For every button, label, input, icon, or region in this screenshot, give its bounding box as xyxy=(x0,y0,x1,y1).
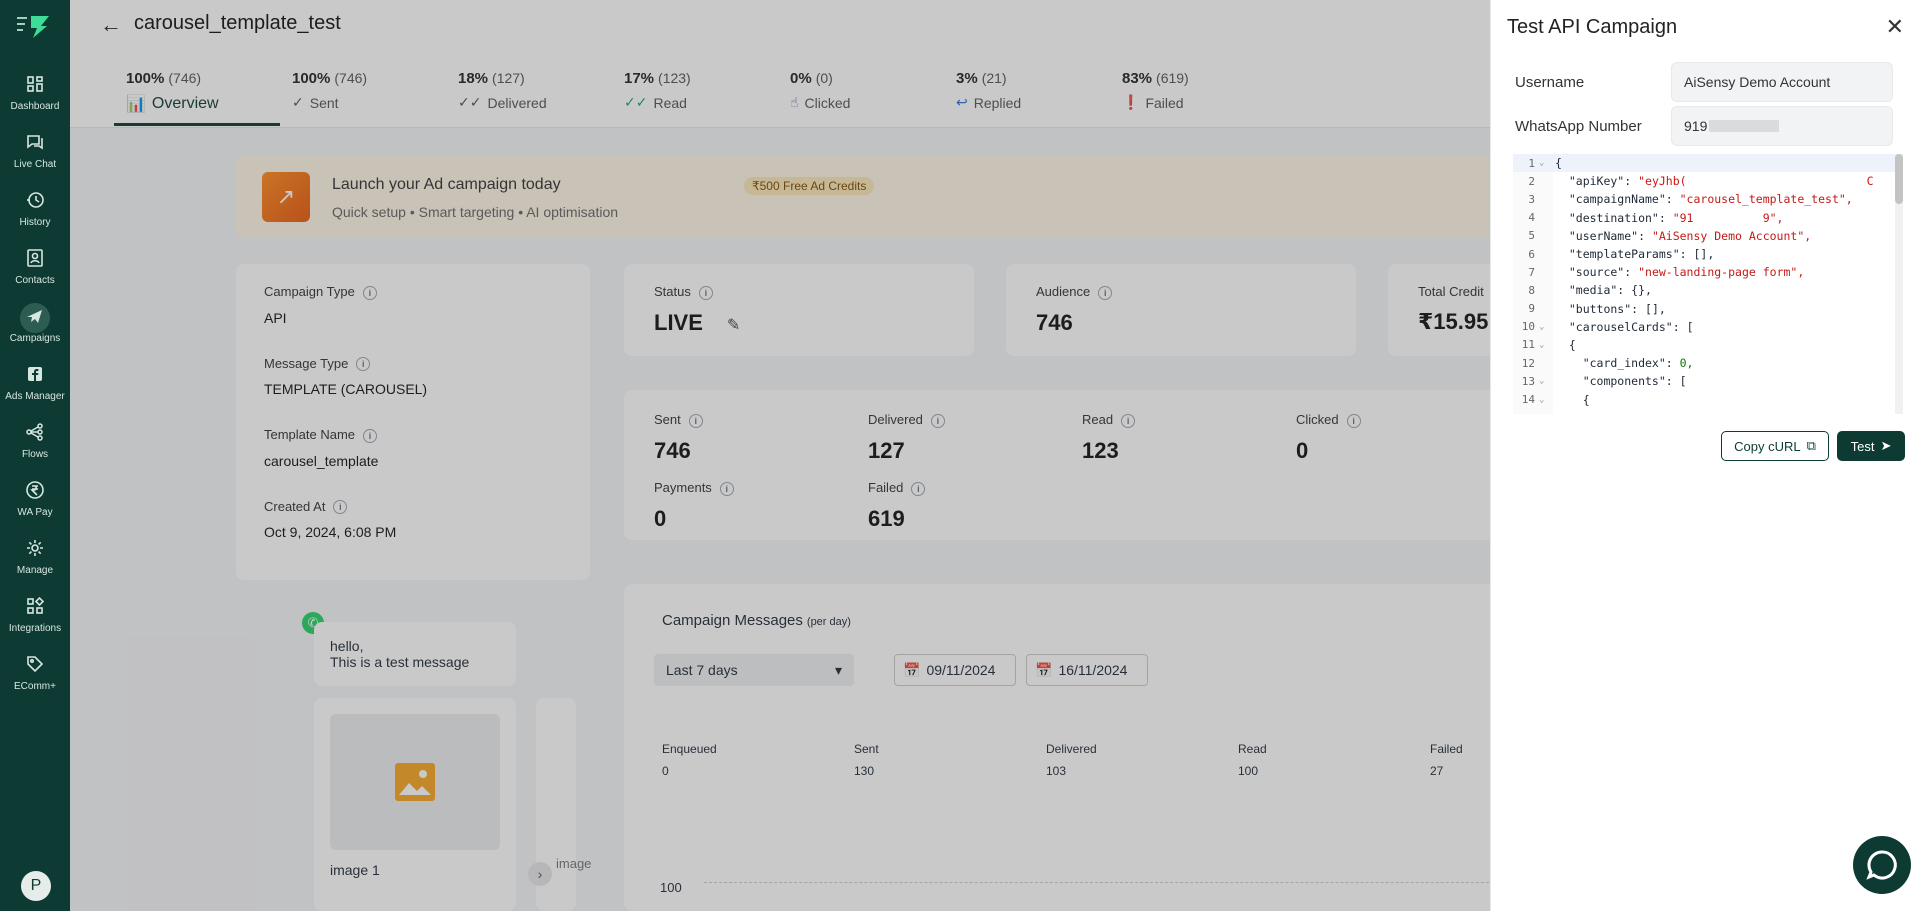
code-line[interactable]: 5 "userName": "AiSensy Demo Account", xyxy=(1513,227,1901,245)
flows-icon xyxy=(26,422,43,441)
whatsapp-label: WhatsApp Number xyxy=(1515,117,1642,135)
sidebar-item-label: History xyxy=(19,216,51,228)
chat-icon xyxy=(27,134,43,149)
sidebar-item-wa-pay[interactable]: WA Pay xyxy=(0,468,70,526)
send-icon: ➤ xyxy=(1880,438,1892,453)
sidebar-item-label: Manage xyxy=(16,564,54,576)
copy-curl-button[interactable]: Copy cURL ⧉ xyxy=(1721,431,1829,461)
code-line[interactable]: 13 ⌄ "components": [ xyxy=(1513,372,1901,390)
sidebar-item-flows[interactable]: Flows xyxy=(0,410,70,468)
redacted-block xyxy=(1709,120,1780,132)
code-editor[interactable]: 1 ⌄{2 "apiKey": "eyJhb( C3 "campaignName"… xyxy=(1513,154,1901,414)
facebook-icon xyxy=(28,366,42,381)
code-line[interactable]: 4 "destination": "91 9", xyxy=(1513,209,1901,227)
username-field[interactable]: AiSensy Demo Account xyxy=(1671,62,1893,102)
history-icon xyxy=(27,191,44,208)
sidebar-item-live-chat[interactable]: Live Chat xyxy=(0,120,70,178)
sidebar-item-integrations[interactable]: Integrations xyxy=(0,584,70,642)
code-line[interactable]: 2 "apiKey": "eyJhb( C xyxy=(1513,172,1901,190)
sidebar-item-label: Flows xyxy=(21,448,49,460)
username-label: Username xyxy=(1515,73,1585,91)
campaign-icon xyxy=(27,309,42,323)
code-line[interactable]: 9 "buttons": [], xyxy=(1513,300,1901,318)
code-line[interactable]: 6 "templateParams": [], xyxy=(1513,245,1901,263)
test-api-drawer: Test API Campaign ✕ Username AiSensy Dem… xyxy=(1490,0,1920,911)
chat-bubble-icon xyxy=(1866,850,1897,880)
code-line[interactable]: 1 ⌄{ xyxy=(1513,154,1901,173)
whatsapp-field[interactable]: 919 xyxy=(1671,106,1893,146)
tag-icon xyxy=(27,655,44,672)
sidebar-item-label: Contacts xyxy=(15,274,55,286)
sidebar: Dashboard Live Chat History Contacts Cam… xyxy=(0,0,70,911)
sidebar-item-ecomm[interactable]: EComm+ xyxy=(0,642,70,700)
sidebar-item-dashboard[interactable]: Dashboard xyxy=(0,62,70,120)
contacts-icon xyxy=(27,248,43,267)
sidebar-item-manage[interactable]: Manage xyxy=(0,526,70,584)
sidebar-item-label: Campaigns xyxy=(9,332,61,344)
avatar[interactable]: P xyxy=(21,871,51,901)
rupee-icon xyxy=(26,480,44,499)
code-line[interactable]: 7 "source": "new-landing-page form", xyxy=(1513,263,1901,281)
modal-overlay[interactable] xyxy=(70,0,1560,911)
sidebar-item-label: Live Chat xyxy=(13,158,57,170)
app: Dashboard Live Chat History Contacts Cam… xyxy=(0,0,1920,911)
logo-icon[interactable] xyxy=(14,10,56,42)
code-line[interactable]: 8 "media": {}, xyxy=(1513,281,1901,299)
sidebar-item-label: Ads Manager xyxy=(5,390,65,402)
dashboard-icon xyxy=(27,75,43,92)
sidebar-nav: Dashboard Live Chat History Contacts Cam… xyxy=(0,62,70,700)
code-line[interactable]: 3 "campaignName": "carousel_template_tes… xyxy=(1513,190,1901,208)
code-line[interactable]: 12 "card_index": 0, xyxy=(1513,354,1901,372)
copy-icon: ⧉ xyxy=(1806,438,1816,453)
sidebar-item-label: Integrations xyxy=(8,622,62,634)
sidebar-item-campaigns[interactable]: Campaigns xyxy=(0,294,70,352)
code-line[interactable]: 14 ⌄ { xyxy=(1513,390,1901,408)
sidebar-item-contacts[interactable]: Contacts xyxy=(0,236,70,294)
grid-icon xyxy=(27,596,45,614)
code-line[interactable]: 11 ⌄ { xyxy=(1513,336,1901,354)
drawer-title: Test API Campaign xyxy=(1507,16,1678,38)
code-scrollbar[interactable] xyxy=(1895,154,1903,414)
gear-icon xyxy=(27,539,43,556)
code-line[interactable]: 10 ⌄ "carouselCards": [ xyxy=(1513,318,1901,336)
sidebar-item-label: WA Pay xyxy=(17,506,53,518)
test-button[interactable]: Test ➤ xyxy=(1837,431,1905,461)
sidebar-item-ads-manager[interactable]: Ads Manager xyxy=(0,352,70,410)
sidebar-item-label: Dashboard xyxy=(10,100,60,112)
sidebar-item-history[interactable]: History xyxy=(0,178,70,236)
close-icon[interactable]: ✕ xyxy=(1886,14,1904,40)
support-chat-button[interactable] xyxy=(1853,836,1911,894)
sidebar-item-label: EComm+ xyxy=(14,680,56,692)
